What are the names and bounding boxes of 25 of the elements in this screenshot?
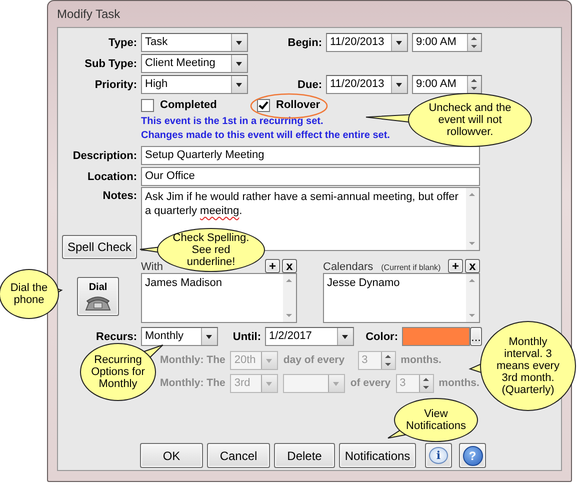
list-label: Calendars [323, 262, 374, 273]
option-label: months. [400, 354, 442, 366]
option-label: Monthly: The [160, 377, 226, 389]
field-label: Location: [86, 170, 138, 182]
field-label: Priority: [94, 78, 138, 90]
option-label: months. [438, 377, 480, 389]
option-label: Monthly: The [160, 354, 226, 366]
field-label: Sub Type: [84, 58, 138, 70]
callout-tooltip: Dial the phone [0, 269, 59, 319]
field-label: Begin: [286, 36, 323, 48]
field-label: Recurs: [95, 330, 138, 342]
field-label: Due: [296, 78, 323, 90]
field-label: Notes: [102, 189, 138, 202]
misspelled-word: meeitng [200, 205, 240, 217]
field-label: Color: [364, 330, 399, 342]
option-label: day of every [283, 354, 345, 366]
option-label: of every [350, 377, 391, 389]
window-title: Modify Task [57, 6, 122, 23]
field-label: Description: [72, 150, 138, 162]
hint-text: (Current if blank) [381, 263, 441, 273]
field-label: Type: [107, 36, 138, 48]
field-label: Until: [232, 330, 262, 342]
notice-text: Changes made to this event will effect the entire set. [141, 129, 390, 143]
info-icon: i [429, 447, 448, 464]
notice-text: This event is the 1st in a recurring set. [141, 115, 324, 129]
